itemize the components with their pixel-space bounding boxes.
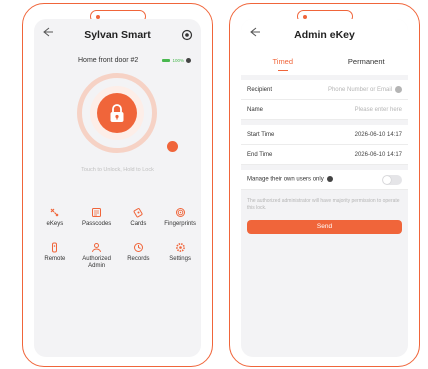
remote-icon (52, 242, 58, 253)
manage-users-label: Manage their own users only (247, 176, 324, 183)
manage-users-row: Manage their own users only (241, 170, 408, 190)
battery-status: 100% (162, 58, 191, 63)
feature-settings[interactable]: Settings (159, 242, 201, 270)
device-name: Home front door #2 (78, 57, 139, 64)
tab-timed[interactable]: Timed (241, 49, 325, 75)
tab-bar: Timed Permanent (241, 49, 408, 75)
admin-icon (92, 242, 102, 253)
name-row[interactable]: Name Please enter here (241, 100, 408, 120)
feature-label: Settings (169, 255, 191, 262)
phone-frame-right: Admin eKey Timed Permanent Recipient Pho… (229, 3, 420, 367)
passcode-icon (92, 208, 102, 217)
unlock-hint: Touch to Unlock, Hold to Lock (81, 167, 154, 173)
contacts-icon[interactable] (395, 86, 402, 93)
feature-label: Fingerprints (164, 221, 196, 227)
battery-icon (162, 59, 171, 62)
admin-note: The authorized administrator will have m… (247, 198, 400, 211)
help-icon[interactable] (327, 176, 334, 183)
recipient-row[interactable]: Recipient Phone Number or Email (241, 80, 408, 100)
lock-area (34, 71, 201, 167)
top-bar: Admin eKey (241, 19, 408, 49)
feature-label: Records (127, 255, 150, 262)
feature-authorized-admin[interactable]: Authorized Admin (76, 242, 118, 270)
feature-label: eKeys (46, 221, 64, 227)
start-time-label: Start Time (247, 131, 275, 138)
feature-fingerprints[interactable]: Fingerprints (159, 207, 201, 228)
feature-cards[interactable]: Cards (118, 207, 160, 228)
device-row: Home front door #2 100% (34, 57, 201, 71)
end-time-label: End Time (247, 151, 273, 158)
send-button[interactable]: Send (247, 219, 402, 234)
records-icon (133, 242, 143, 252)
lock-icon (97, 93, 137, 133)
battery-percent: 100% (172, 58, 184, 63)
info-icon[interactable] (186, 58, 191, 63)
unlock-button[interactable] (77, 73, 157, 153)
end-time-value[interactable]: 2026-06-10 14:17 (355, 152, 402, 158)
start-time-row[interactable]: Start Time 2026-06-10 14:17 (241, 125, 408, 145)
feature-label: Authorized Admin (82, 255, 111, 269)
admin-ekey-screen: Admin eKey Timed Permanent Recipient Pho… (241, 19, 408, 357)
feature-label: Cards (130, 221, 147, 227)
manage-users-toggle[interactable] (382, 174, 402, 185)
feature-passcodes[interactable]: Passcodes (76, 207, 118, 228)
feature-label: Passcodes (81, 221, 112, 227)
recipient-label: Recipient (247, 86, 273, 93)
feature-ekeys[interactable]: eKeys (34, 207, 76, 228)
name-label: Name (247, 106, 264, 113)
feature-records[interactable]: Records (118, 242, 160, 270)
recipient-input[interactable]: Phone Number or Email (328, 87, 392, 93)
page-title: Sylvan Smart (84, 29, 151, 41)
top-bar: Sylvan Smart (34, 19, 201, 49)
lock-home-screen: Sylvan Smart Home front door #2 100% Tou… (34, 19, 201, 357)
feature-grid: eKeys Passcodes Cards Fingerprints Remot… (34, 207, 201, 270)
settings-icon (175, 242, 185, 252)
nfc-button[interactable] (167, 141, 178, 152)
ekey-icon (50, 208, 59, 217)
phone-frame-left: Sylvan Smart Home front door #2 100% Tou… (22, 3, 213, 367)
start-time-value[interactable]: 2026-06-10 14:17 (355, 132, 402, 138)
page-title: Admin eKey (294, 29, 355, 41)
sync-icon[interactable] (181, 29, 193, 41)
fingerprint-icon (175, 208, 185, 217)
name-input[interactable]: Please enter here (355, 107, 402, 113)
feature-remote[interactable]: Remote (34, 242, 76, 270)
card-icon (133, 208, 143, 218)
feature-label: Remote (44, 255, 66, 262)
end-time-row[interactable]: End Time 2026-06-10 14:17 (241, 145, 408, 165)
tab-permanent[interactable]: Permanent (325, 49, 409, 75)
